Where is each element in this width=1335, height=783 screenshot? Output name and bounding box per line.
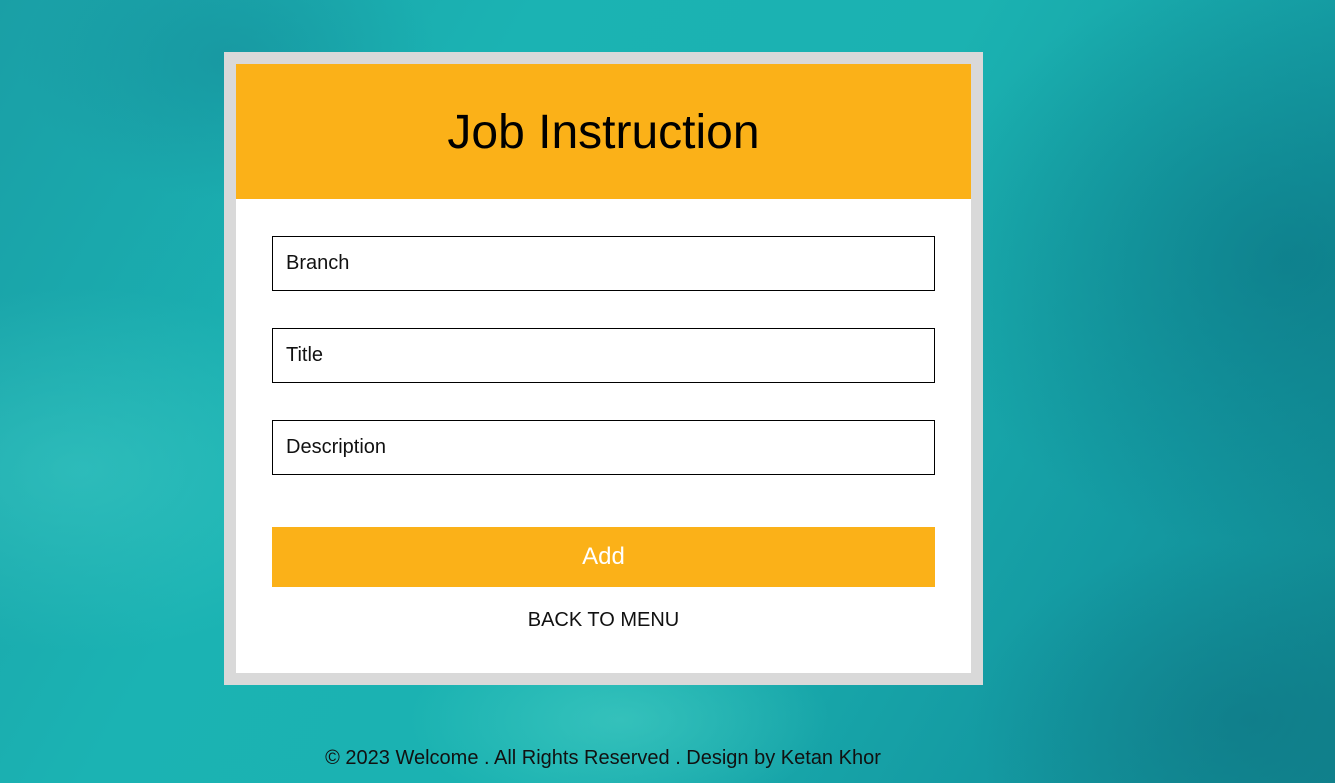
footer-copyright: © 2023 Welcome . All Rights Reserved . D… [325, 747, 881, 769]
page-title: Job Instruction [447, 106, 760, 159]
title-input[interactable] [272, 328, 935, 383]
add-button[interactable]: Add [272, 527, 935, 587]
form-card: Job Instruction Add BACK TO MENU [236, 64, 971, 673]
branch-input[interactable] [272, 236, 935, 291]
form-header: Job Instruction [236, 64, 971, 199]
form-card-frame: Job Instruction Add BACK TO MENU [224, 52, 983, 685]
description-input[interactable] [272, 420, 935, 475]
back-to-menu-link[interactable]: BACK TO MENU [272, 609, 935, 632]
